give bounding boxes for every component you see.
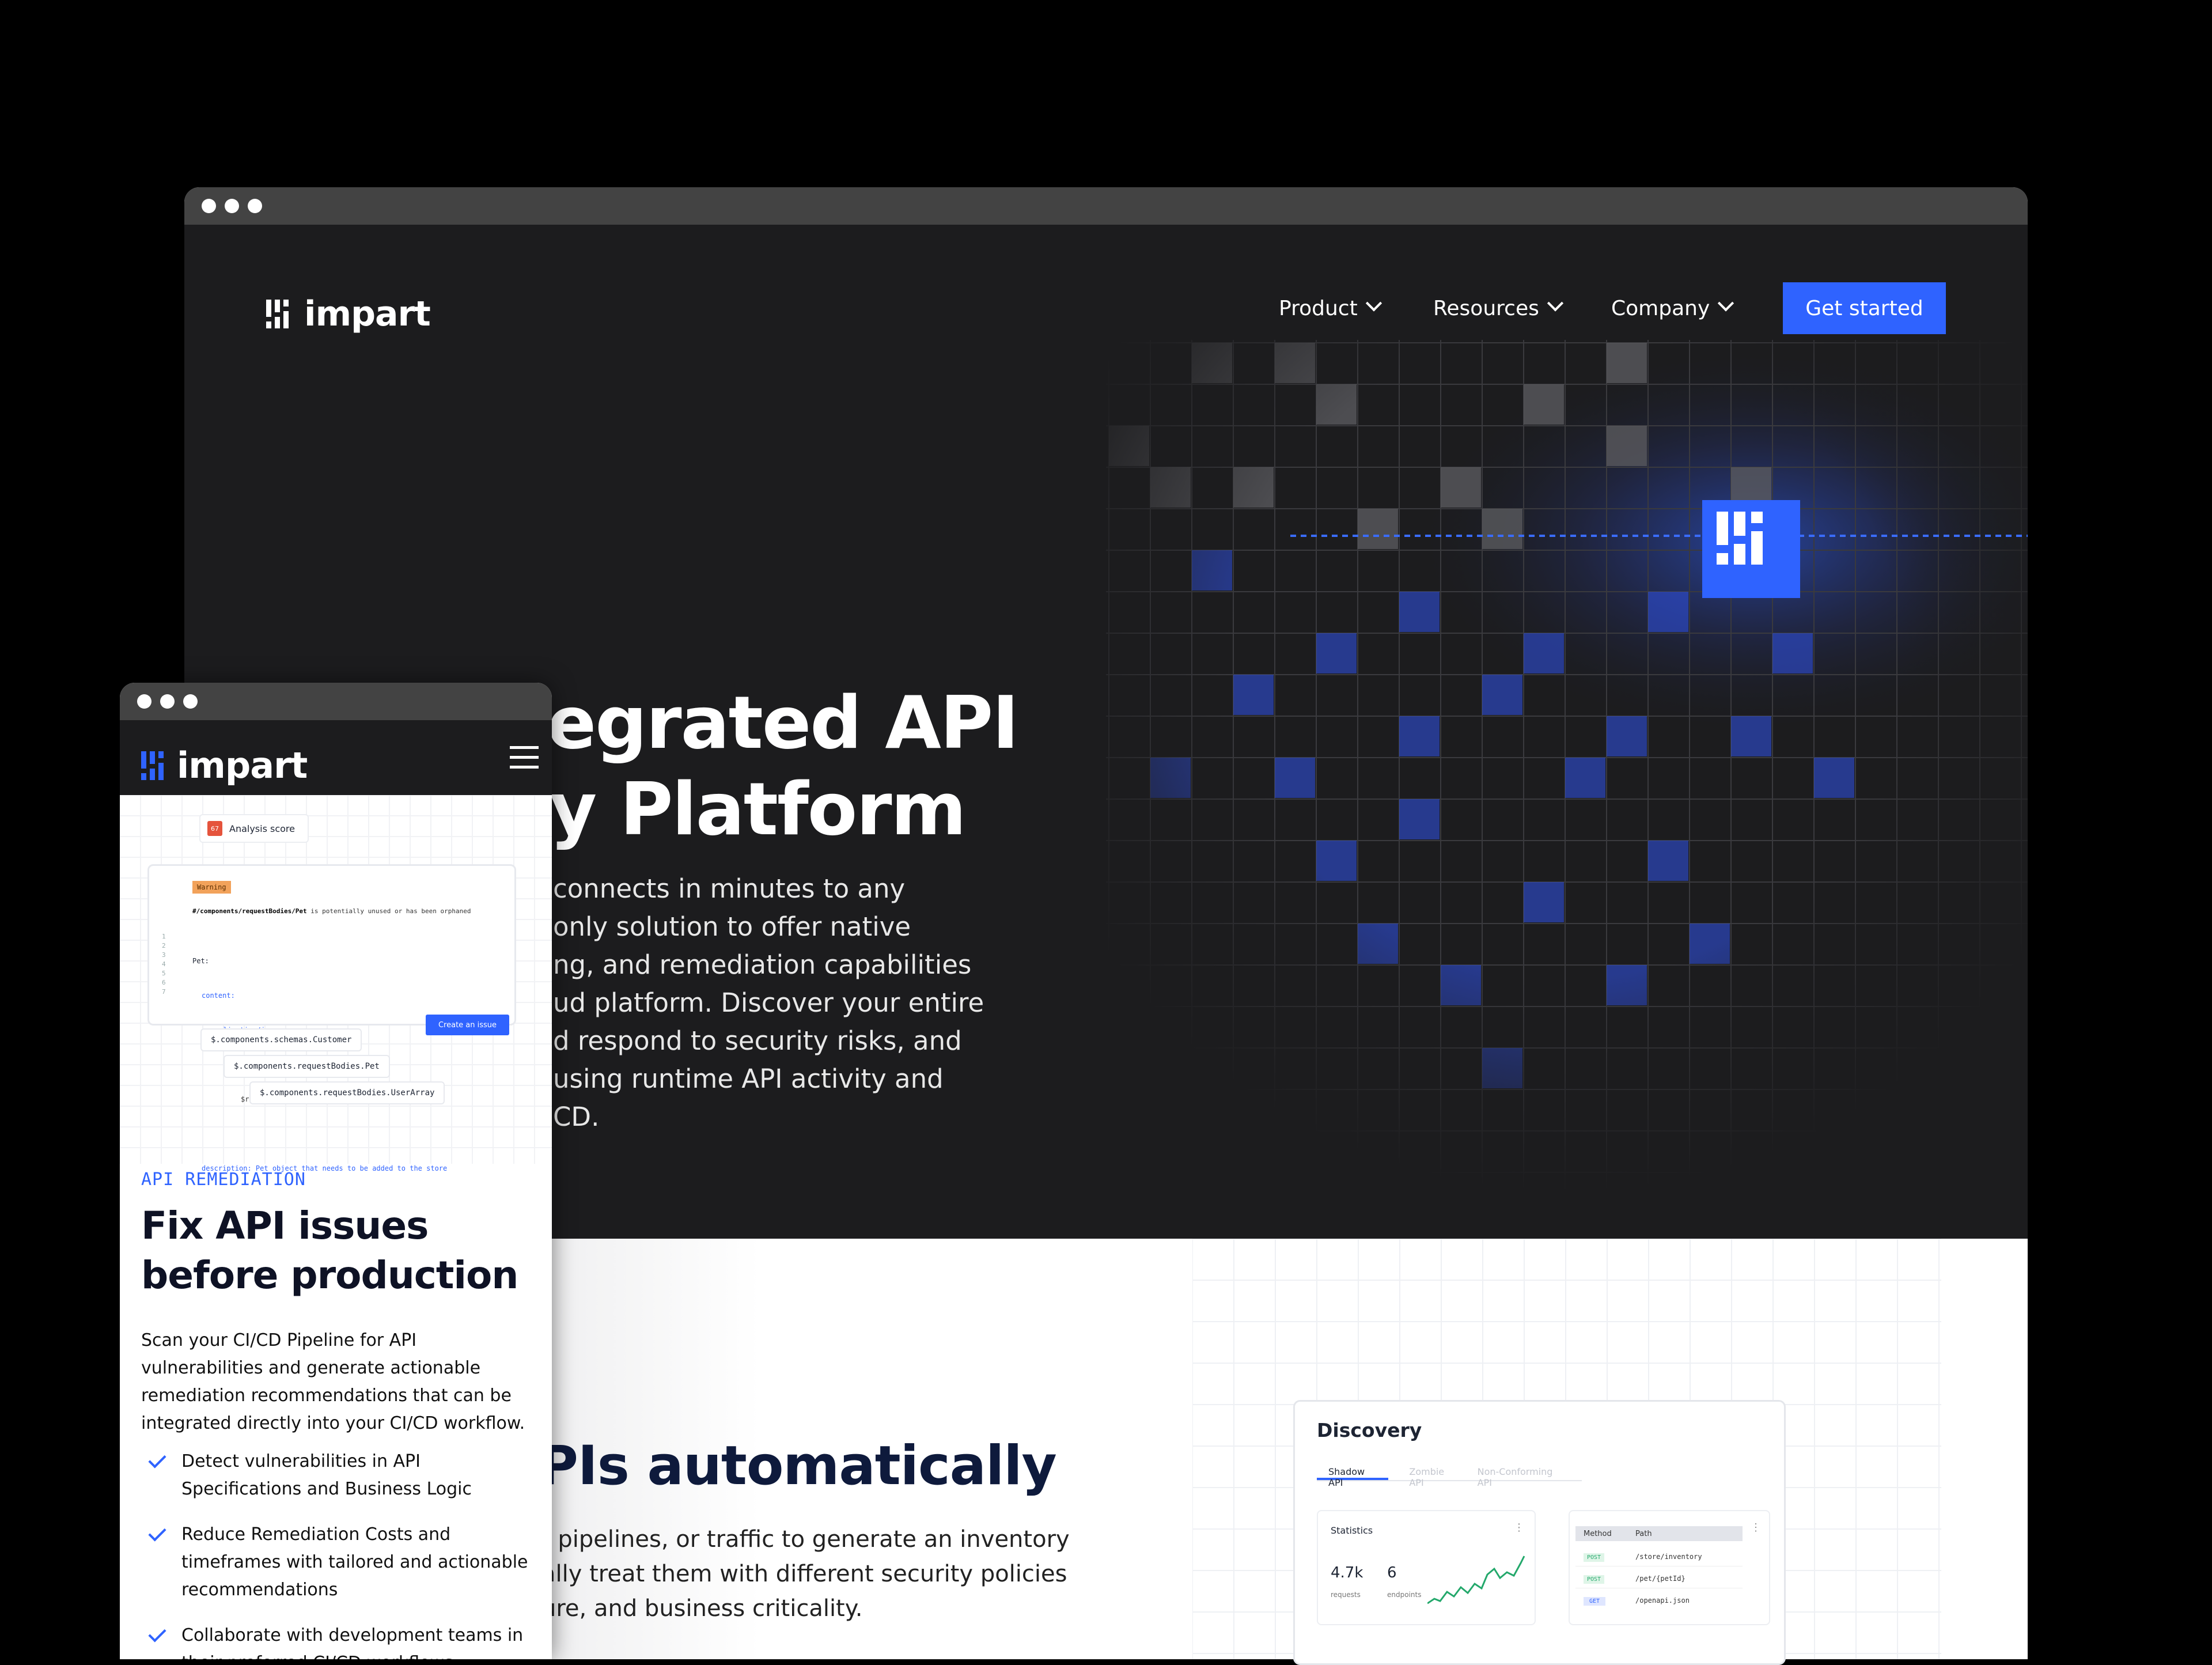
window-dot-icon <box>202 199 216 213</box>
code-line: content: <box>202 992 235 1000</box>
hero-description-line: connects in minutes to any <box>553 873 906 904</box>
check-icon <box>148 1523 166 1542</box>
method-badge: POST <box>1584 1553 1605 1562</box>
tab-non-conforming-api[interactable]: Non-Conforming API <box>1478 1466 1561 1488</box>
feature-item: Collaborate with development teams in th… <box>141 1622 533 1659</box>
feature-text: Collaborate with development teams in th… <box>181 1625 524 1659</box>
endpoint-path: /store/inventory <box>1635 1552 1702 1561</box>
code-line: Pet: <box>192 957 209 965</box>
brand-name: impart <box>304 294 431 334</box>
tab-zombie-api[interactable]: Zombie API <box>1409 1466 1456 1488</box>
nav-product[interactable]: Product <box>1279 282 1382 334</box>
hero-description: connects in minutes to any only solution… <box>553 870 1417 1136</box>
endpoints-label: endpoints <box>1387 1591 1422 1599</box>
menu-icon[interactable] <box>510 746 539 769</box>
window-dot-icon <box>183 694 198 709</box>
score-badge: 67 <box>207 821 222 836</box>
chevron-down-icon <box>1365 295 1382 312</box>
table-header: Method Path <box>1575 1526 1743 1541</box>
more-icon[interactable]: ⋮ <box>1751 1522 1761 1534</box>
section-label: API REMEDIATION <box>141 1170 306 1190</box>
tab-shadow-api[interactable]: Shadow API <box>1317 1466 1389 1488</box>
nav-resources[interactable]: Resources <box>1433 282 1564 334</box>
check-icon <box>148 1450 166 1469</box>
score-label: Analysis score <box>229 823 295 834</box>
section-description-line: ure, and business criticality. <box>541 1595 863 1622</box>
warning-badge: Warning <box>192 881 231 894</box>
chevron-down-icon <box>1718 295 1734 312</box>
card-title: Discovery <box>1317 1419 1422 1441</box>
section-description-line: ally treat them with different security … <box>541 1561 1067 1587</box>
window-dot-icon <box>248 199 262 213</box>
chevron-down-icon <box>1547 295 1564 312</box>
mobile-browser-window: impart 67 Analysis score Warning #/compo… <box>120 683 552 1659</box>
method-badge: GET <box>1584 1597 1606 1606</box>
ref-pill: $.components.requestBodies.Pet <box>224 1055 390 1078</box>
endpoint-path: /openapi.json <box>1635 1596 1690 1605</box>
impart-logo-icon <box>141 751 168 780</box>
requests-value: 4.7k <box>1331 1564 1363 1581</box>
nav-company-label: Company <box>1611 296 1710 320</box>
site-logo[interactable]: impart <box>141 744 308 786</box>
statistics-panel: Statistics ⋮ 4.7k requests 6 endpoints <box>1317 1510 1536 1625</box>
hero-description-line: only solution to offer native <box>553 911 911 942</box>
analysis-score-chip: 67 Analysis score <box>199 814 309 843</box>
window-dot-icon <box>160 694 175 709</box>
statistics-label: Statistics <box>1331 1525 1373 1536</box>
mobile-title-line: Fix API issues <box>141 1204 429 1248</box>
feature-text: Reduce Remediation Costs and timeframes … <box>181 1524 528 1600</box>
ref-pill: $.components.schemas.Customer <box>200 1028 362 1051</box>
browser-chrome <box>184 187 2028 225</box>
site-logo[interactable]: impart <box>266 294 431 334</box>
requests-label: requests <box>1331 1591 1361 1599</box>
mobile-description: Scan your CI/CD Pipeline for API vulnera… <box>141 1330 525 1433</box>
method-badge: POST <box>1584 1575 1605 1584</box>
section-description: ) pipelines, or traffic to generate an i… <box>541 1522 1406 1626</box>
warning-text: is potentially unused or has been orphan… <box>306 907 471 915</box>
column-method: Method <box>1584 1529 1612 1538</box>
code-snippet-card: Warning #/components/requestBodies/Pet i… <box>147 864 516 1172</box>
line-numbers: 1234567 <box>162 933 166 996</box>
section-description-line: ) pipelines, or traffic to generate an i… <box>541 1526 1070 1553</box>
mobile-title: Fix API issues before production <box>141 1201 533 1300</box>
impart-logo-icon <box>266 300 293 328</box>
discovery-card: Discovery Shadow API Zombie API Non-Conf… <box>1293 1400 1786 1665</box>
column-path: Path <box>1635 1529 1652 1538</box>
create-issue-button[interactable]: Create an issue <box>426 1015 509 1035</box>
endpoint-path: /pet/{petId} <box>1635 1574 1685 1583</box>
hero-description-line: using runtime API activity and <box>553 1064 944 1094</box>
more-icon[interactable]: ⋮ <box>1514 1522 1524 1534</box>
window-dot-icon <box>137 694 151 709</box>
feature-item: Detect vulnerabilities in API Specificat… <box>141 1448 533 1503</box>
endpoint-table: Method Path ⋮ POST /store/inventory POST… <box>1569 1510 1770 1625</box>
mobile-header: impart <box>120 720 552 795</box>
check-icon <box>148 1624 166 1643</box>
section-title: PIs automatically <box>539 1435 1057 1497</box>
feature-text: Detect vulnerabilities in API Specificat… <box>181 1451 472 1499</box>
table-row[interactable]: GET /openapi.json <box>1575 1591 1743 1610</box>
get-started-button[interactable]: Get started <box>1783 282 1946 334</box>
browser-chrome <box>120 683 552 720</box>
impart-logo-icon <box>1702 500 1800 598</box>
hero-description-line: CD. <box>553 1102 600 1132</box>
window-dot-icon <box>225 199 239 213</box>
hero-description-line: d respond to security risks, and <box>553 1026 962 1056</box>
hero-description-line: ud platform. Discover your entire <box>553 987 984 1018</box>
brand-name: impart <box>177 744 308 786</box>
discovery-tabs: Shadow API Zombie API Non-Conforming API <box>1317 1466 1582 1488</box>
nav-product-label: Product <box>1279 296 1358 320</box>
table-row[interactable]: POST /pet/{petId} <box>1575 1569 1743 1588</box>
endpoints-value: 6 <box>1387 1564 1397 1581</box>
mobile-title-line: before production <box>141 1253 518 1297</box>
nav-resources-label: Resources <box>1433 296 1539 320</box>
ref-pill: $.components.requestBodies.UserArray <box>249 1081 445 1104</box>
nav-company[interactable]: Company <box>1611 282 1734 334</box>
table-row[interactable]: POST /store/inventory <box>1575 1547 1743 1566</box>
warning-path: #/components/requestBodies/Pet <box>192 907 307 915</box>
requests-sparkline <box>1427 1556 1525 1605</box>
warning-message: #/components/requestBodies/Pet is potent… <box>192 907 471 915</box>
feature-item: Reduce Remediation Costs and timeframes … <box>141 1521 533 1604</box>
hero-description-line: ng, and remediation capabilities <box>553 949 972 980</box>
